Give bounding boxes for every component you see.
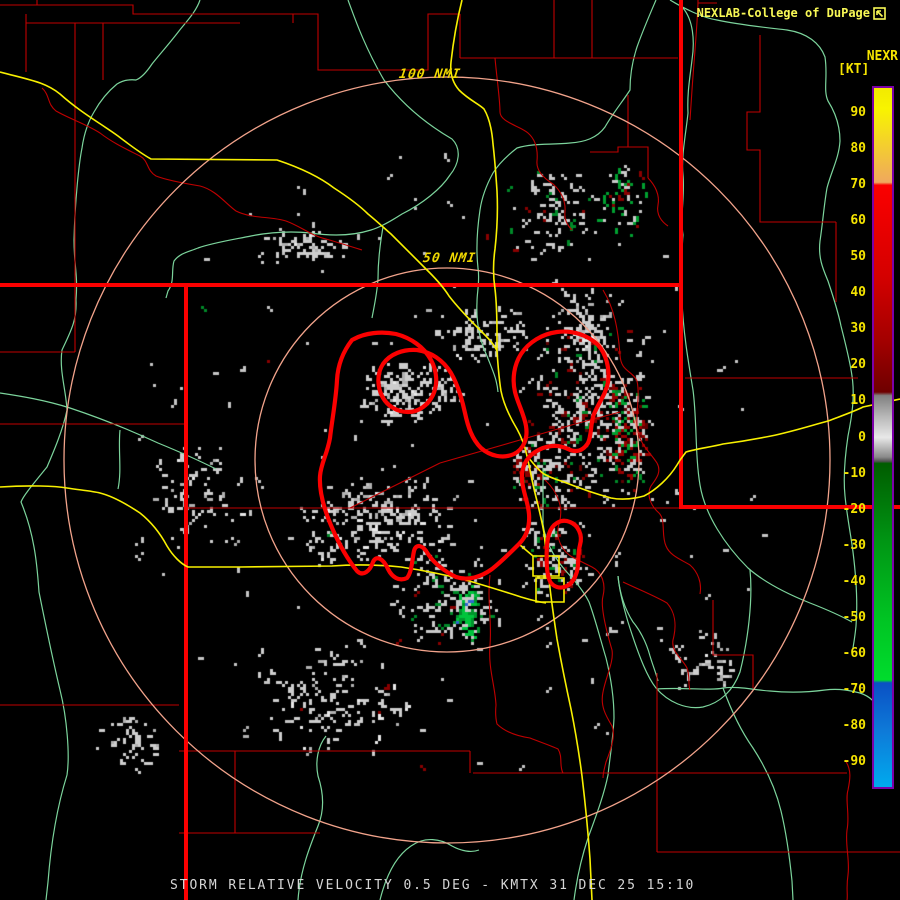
status-bar: STORM RELATIVE VELOCITY 0.5 DEG - KMTX 3… <box>0 876 900 900</box>
velocity-colorbar <box>872 86 894 789</box>
highways <box>0 0 900 900</box>
colorbar-tick-label: 60 <box>850 213 866 229</box>
range-ring-label-100nmi: 100 NMI <box>397 67 462 82</box>
brand: NEXLAB-College of DuPage <box>697 6 886 20</box>
colorbar-tick-label: 80 <box>850 141 866 157</box>
colorbar-tick-label: 30 <box>850 321 866 337</box>
colorbar-gradient <box>874 88 892 787</box>
colorbar-tick-label: 20 <box>850 357 866 373</box>
county-lines <box>0 0 900 900</box>
colorbar-tick-label: -20 <box>842 501 866 517</box>
status-text: STORM RELATIVE VELOCITY 0.5 DEG - KMTX 3… <box>170 878 696 893</box>
state-lines <box>0 0 900 900</box>
map-overlay-svg <box>0 0 900 900</box>
colorbar-tick-label: -60 <box>842 645 866 661</box>
colorbar-tick-label: -50 <box>842 609 866 625</box>
colorbar-tick-label: 90 <box>850 105 866 121</box>
range-ring-circles <box>63 76 831 844</box>
brand-text: NEXLAB-College of DuPage <box>696 6 870 20</box>
storm-contour <box>317 329 611 590</box>
colorbar-tick-label: -70 <box>842 681 866 697</box>
colorbar-tick-label: -30 <box>842 537 866 553</box>
colorbar-tick-label: 70 <box>850 177 866 193</box>
colorbar-tick-label: -80 <box>842 717 866 733</box>
colorbar-tick-label: 0 <box>858 429 866 445</box>
colorbar-units: [KT] <box>838 62 870 77</box>
colorbar-tick-label: -10 <box>842 465 866 481</box>
colorbar-title: NEXR <box>866 49 898 64</box>
radar-display: 100 NMI 50 NMI NEXLAB-College of DuPage … <box>0 0 900 900</box>
colorbar-tick-label: 10 <box>850 393 866 409</box>
colorbar-tick-label: 40 <box>850 285 866 301</box>
range-ring-label-50nmi: 50 NMI <box>421 251 478 266</box>
colorbar-tick-label: -90 <box>842 753 866 769</box>
colorbar-tick-label: -40 <box>842 573 866 589</box>
colorbar-tick-label: 50 <box>850 249 866 265</box>
brand-logo-icon <box>873 6 886 20</box>
